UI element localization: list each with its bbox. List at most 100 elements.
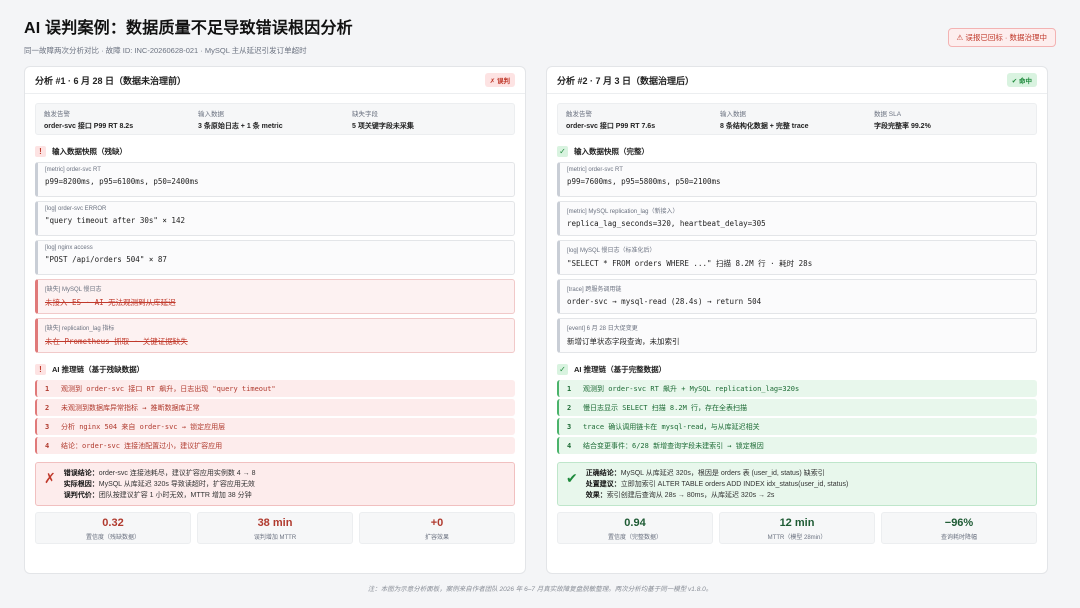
input-item-type: [log] nginx access — [45, 245, 93, 251]
meta-value: 5 项关键字段未采集 — [352, 123, 414, 130]
step-number: 3 — [567, 422, 572, 431]
input-item-type: [trace] 跨服务调用链 — [567, 287, 622, 293]
stat-card: −96% 查询耗时降幅 — [881, 512, 1037, 544]
check-icon: ✓ — [557, 145, 568, 157]
conclusion-box-correct: ✔ 正确结论：MySQL 从库延迟 320s，根因是 orders 表 (use… — [557, 462, 1037, 506]
input-item-value: p99=7600ms, p95=5800ms, p50=2100ms — [567, 177, 721, 186]
meta-value: 8 条结构化数据 + 完整 trace — [720, 123, 809, 130]
step-number: 2 — [567, 403, 572, 412]
reasoning-step: 1 观测到 order-svc RT 飙升 + MySQL replication… — [557, 380, 1037, 397]
conclusion-value: MySQL 从库延迟 320s 导致读超时，扩容应用无效 — [98, 481, 255, 488]
meta-key: 触发告警 — [566, 111, 592, 118]
input-item-type: [缺失] MySQL 慢日志 — [45, 287, 102, 293]
reasoning-step: 3 trace 确认调用链卡在 mysql-read，与从库延迟相关 — [557, 418, 1037, 435]
conclusion-key: 误判代价： — [63, 492, 99, 499]
exclamation-icon: ! — [35, 145, 46, 157]
step-text: 未观测到数据库异常指标 → 推断数据库正常 — [61, 403, 200, 412]
conclusion-value: 立即加索引 ALTER TABLE orders ADD INDEX idx_s… — [620, 481, 849, 488]
input-item[interactable]: [metric] order-svc RT p99=7600ms, p95=580… — [557, 162, 1037, 197]
stat-card: 12 min MTTR（模型 28min） — [719, 512, 875, 544]
cross-icon: ✗ — [44, 470, 56, 486]
input-item-missing[interactable]: [缺失] replication_lag 指标未在 Prometheus 抓取 … — [35, 318, 515, 353]
stat-value: +0 — [430, 517, 444, 529]
check-icon: ✓ — [557, 363, 568, 375]
input-item-value: p99=8200ms, p95=6100ms, p50=2400ms — [45, 177, 199, 186]
meta-value: 字段完整率 99.2% — [874, 123, 931, 130]
section-heading-input: ! 输入数据快照（残缺） — [35, 144, 515, 158]
input-item-value: replica_lag_seconds=320, heartbeat_delay… — [567, 219, 766, 228]
meta-key: 数据 SLA — [874, 111, 902, 118]
status-alert-badge[interactable]: ⚠ 误报已回标 · 数据治理中 — [947, 28, 1056, 47]
analysis-panel-before: 分析 #1 · 6 月 28 日（数据未治理前） ✗ 误判 触发告警 order-… — [24, 66, 526, 574]
input-item-type: [metric] order-svc RT — [45, 167, 101, 173]
hit-badge: ✔ 命中 — [1006, 73, 1037, 87]
step-text: 分析 nginx 504 来自 order-svc → 锁定应用层 — [61, 422, 226, 431]
meta-key: 缺失字段 — [352, 111, 378, 118]
alert-meta-bar: 触发告警 order-svc 接口 P99 RT 7.6s 输入数据 8 条结构化数… — [557, 103, 1037, 135]
step-number: 1 — [45, 384, 50, 393]
input-item-value: 新增订单状态字段查询，未加索引 — [567, 337, 680, 346]
meta-key: 输入数据 — [720, 111, 746, 118]
reasoning-step: 3 分析 nginx 504 来自 order-svc → 锁定应用层 — [35, 418, 515, 435]
exclamation-icon: ! — [35, 363, 46, 375]
input-item[interactable]: [metric] MySQL replication_lag（新接入） repli… — [557, 201, 1037, 236]
step-number: 2 — [45, 403, 50, 412]
reasoning-step: 2 慢日志显示 SELECT 扫描 8.2M 行，存在全表扫描 — [557, 399, 1037, 416]
stats-row: 0.32 置信度（残缺数据） 38 min 误判增加 MTTR +0 扩容效果 — [35, 512, 515, 544]
meta-value: 3 条原始日志 + 1 条 metric — [198, 123, 283, 130]
input-item-value: "POST /api/orders 504" × 87 — [45, 255, 167, 264]
input-item-value: 未在 Prometheus 抓取 · 关键证据缺失 — [45, 337, 188, 346]
conclusion-value: 索引创建后查询从 28s → 80ms，从库延迟 320s → 2s — [606, 492, 775, 499]
section-title: AI 推理链（基于完整数据） — [574, 364, 667, 374]
conclusion-key: 处置建议： — [585, 481, 621, 488]
page-title: AI 误判案例：数据质量不足导致错误根因分析 — [24, 20, 353, 37]
conclusion-key: 错误结论： — [63, 470, 99, 477]
alert-meta-bar: 触发告警 order-svc 接口 P99 RT 8.2s 输入数据 3 条原始日志… — [35, 103, 515, 135]
input-item-missing[interactable]: [缺失] MySQL 慢日志未接入 ES · AI 无法观测到从库延迟 — [35, 279, 515, 314]
meta-value: order-svc 接口 P99 RT 8.2s — [44, 123, 134, 130]
reasoning-step: 1 观测到 order-svc 接口 RT 飙升，日志出现 "query time… — [35, 380, 515, 397]
conclusion-key: 实际根因： — [63, 481, 99, 488]
input-item[interactable]: [log] order-svc ERROR "query timeout afte… — [35, 201, 515, 236]
page-subtitle: 同一故障两次分析对比 · 故障 ID: INC-20260628-021 · M… — [24, 46, 307, 55]
input-item-value: 未接入 ES · AI 无法观测到从库延迟 — [45, 298, 176, 307]
stat-value: −96% — [944, 517, 974, 529]
step-text: trace 确认调用链卡在 mysql-read，与从库延迟相关 — [583, 422, 760, 431]
stats-row: 0.94 置信度（完整数据） 12 min MTTR（模型 28min） −96% 查… — [557, 512, 1037, 544]
input-item-type: [event] 6 月 28 日大促变更 — [567, 326, 638, 332]
reasoning-step: 4 结合变更事件：6/28 新增查询字段未建索引 → 锁定根因 — [557, 437, 1037, 454]
section-title: AI 推理链（基于残缺数据） — [52, 364, 145, 374]
stat-card: +0 扩容效果 — [359, 512, 515, 544]
stat-label: MTTR（模型 28min） — [767, 535, 827, 541]
conclusion-key: 正确结论： — [585, 470, 621, 477]
input-item[interactable]: [event] 6 月 28 日大促变更新增订单状态字段查询，未加索引 — [557, 318, 1037, 353]
panel-header: 分析 #2 · 7 月 3 日（数据治理后） ✔ 命中 — [547, 67, 1047, 94]
stat-label: 置信度（残缺数据） — [85, 535, 140, 541]
analysis-panel-after: 分析 #2 · 7 月 3 日（数据治理后） ✔ 命中 触发告警 order-sv… — [546, 66, 1048, 574]
panel-title: 分析 #1 · 6 月 28 日（数据未治理前） — [35, 75, 187, 86]
misjudge-badge: ✗ 误判 — [484, 73, 515, 87]
stat-value: 0.94 — [624, 517, 646, 529]
meta-key: 触发告警 — [44, 111, 70, 118]
input-item[interactable]: [trace] 跨服务调用链 order-svc → mysql-read (28… — [557, 279, 1037, 314]
footnote: 注：本图为示意分析面板，案例来自作者团队 2026 年 6–7 月真实故障复盘脱… — [367, 586, 713, 593]
stat-label: 误判增加 MTTR — [253, 535, 297, 541]
input-item-value: "SELECT * FROM orders WHERE ..." 扫描 8.2M… — [567, 259, 813, 268]
step-text: 观测到 order-svc RT 飙升 + MySQL replication_… — [583, 384, 800, 393]
meta-key: 输入数据 — [198, 111, 224, 118]
input-item[interactable]: [metric] order-svc RT p99=8200ms, p95=610… — [35, 162, 515, 197]
page-header: AI 误判案例：数据质量不足导致错误根因分析 同一故障两次分析对比 · 故障 I… — [24, 14, 1056, 55]
section-title: 输入数据快照（残缺） — [52, 146, 127, 156]
stat-card: 0.32 置信度（残缺数据） — [35, 512, 191, 544]
input-item[interactable]: [log] MySQL 慢日志（标准化后） "SELECT * FROM orde… — [557, 240, 1037, 275]
conclusion-value: order-svc 连接池耗尽，建议扩容应用实例数 4 → 8 — [98, 470, 256, 477]
stat-card: 38 min 误判增加 MTTR — [197, 512, 353, 544]
conclusion-value: MySQL 从库延迟 320s，根因是 orders 表 (user_id, s… — [620, 470, 825, 477]
input-item[interactable]: [log] nginx access "POST /api/orders 504"… — [35, 240, 515, 275]
input-item-type: [log] order-svc ERROR — [45, 206, 107, 212]
conclusion-key: 效果： — [585, 492, 607, 499]
stat-label: 置信度（完整数据） — [607, 535, 662, 541]
input-item-type: [缺失] replication_lag 指标 — [45, 326, 115, 332]
panel-header: 分析 #1 · 6 月 28 日（数据未治理前） ✗ 误判 — [25, 67, 525, 94]
conclusion-value: 团队按建议扩容 1 小时无效，MTTR 增加 38 分钟 — [98, 492, 252, 499]
